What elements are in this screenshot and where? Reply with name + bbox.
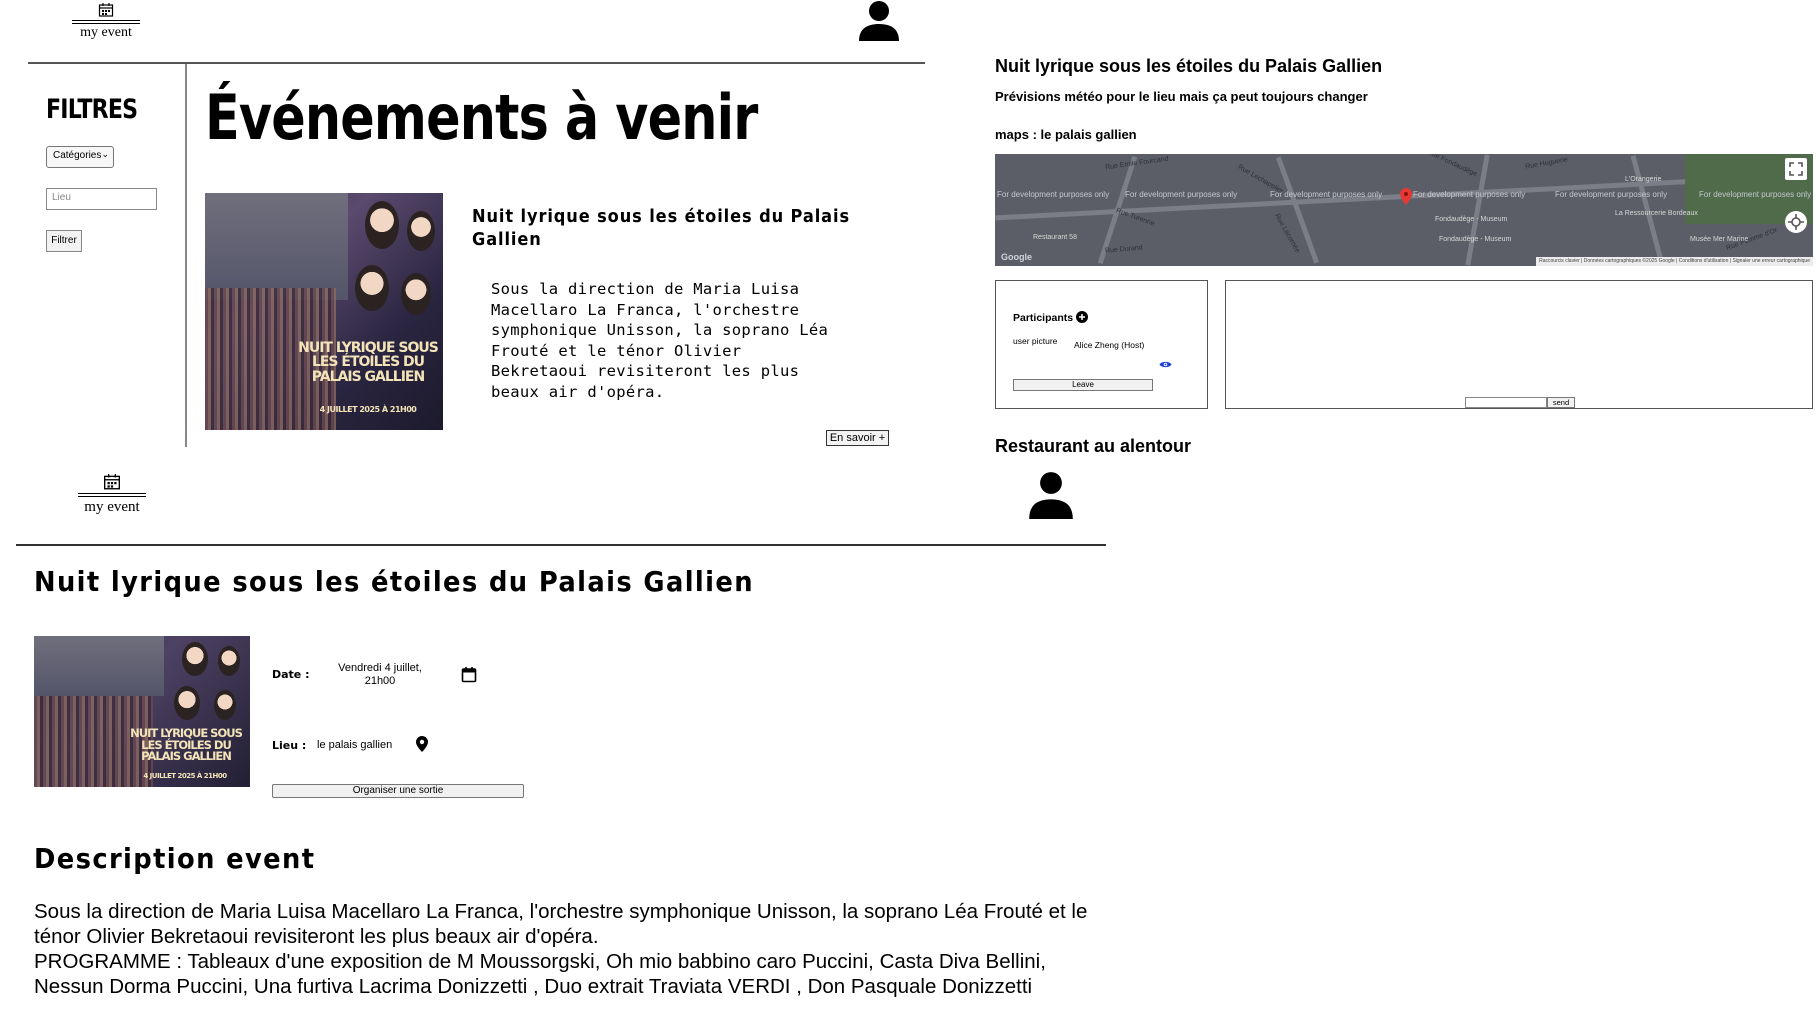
poster-portrait (218, 646, 240, 676)
calendar-icon[interactable] (461, 666, 477, 688)
poster-portrait (182, 642, 208, 676)
logo[interactable]: my event (72, 2, 140, 40)
lieu-input[interactable]: Lieu (46, 188, 157, 210)
place-label: Restaurant 58 (1033, 234, 1077, 241)
filters-title: FILTRES (46, 94, 138, 125)
weather-text: Prévisions météo pour le lieu mais ça pe… (995, 89, 1368, 104)
date-value: Vendredi 4 juillet, 21h00 (338, 662, 422, 687)
locate-icon[interactable] (1785, 211, 1807, 233)
poster-ruins (34, 636, 164, 697)
google-logo: Google (1001, 252, 1032, 262)
poster-date: 4 JUILLET 2025 À 21H00 (143, 772, 227, 780)
poster-title-line: PALAIS GALLIEN (141, 749, 232, 764)
maps-label: maps : le palais gallien (995, 127, 1137, 142)
place-label: L'Orangerie (1625, 176, 1662, 183)
plus-circle-icon[interactable] (1076, 310, 1088, 328)
sortie-title: Nuit lyrique sous les étoiles du Palais … (995, 56, 1383, 76)
pin-icon[interactable] (416, 736, 428, 757)
poster-title-line: LES ÉTOILES DU (311, 354, 425, 371)
fullscreen-icon[interactable] (1785, 158, 1807, 180)
poster-portrait (174, 686, 200, 720)
place-label: Musée Mer Marine (1690, 236, 1749, 243)
page-title: Événements à venir (205, 81, 758, 154)
eye-icon[interactable] (1159, 356, 1172, 374)
poster-portrait (214, 690, 236, 720)
place-label: La Ressourcerie Bordeaux (1615, 210, 1698, 217)
category-select[interactable]: Catégories ⌄ (46, 146, 114, 168)
participants-title: Participants (1013, 312, 1073, 324)
more-button[interactable]: En savoir + (826, 430, 889, 446)
restaurants-heading: Restaurant au alentour (995, 436, 1192, 456)
date-label: Date : (272, 668, 310, 681)
user-picture: user picture (1013, 336, 1058, 346)
logo-text: my event (84, 499, 140, 515)
dev-watermark: For development purposes only (1413, 190, 1526, 199)
sidebar-divider (185, 64, 187, 447)
poster-date: 4 JUILLET 2025 À 21H00 (319, 405, 417, 414)
dev-watermark: For development purposes only (997, 190, 1110, 199)
map[interactable]: For development purposes only For develo… (995, 154, 1813, 266)
dev-watermark: For development purposes only (1699, 190, 1812, 199)
poster-ruins (205, 193, 348, 300)
organize-button[interactable]: Organiser une sortie (272, 784, 524, 798)
dev-watermark: For development purposes only (1270, 190, 1383, 199)
poster-portrait (401, 273, 431, 315)
chat-panel: send (1225, 280, 1813, 409)
header-divider (28, 62, 925, 64)
street-label: Rue Huguerie (1524, 156, 1569, 171)
logo-text: my event (80, 25, 132, 40)
logo[interactable]: my event (78, 473, 146, 515)
street-label: Rue Lechapelier (1236, 163, 1285, 196)
dev-watermark: For development purposes only (1125, 190, 1238, 199)
participant-name: Alice Zheng (Host) (1074, 340, 1145, 350)
send-button[interactable]: send (1547, 397, 1575, 408)
street-label: Rue Durand (1104, 244, 1143, 255)
poster-title: NUIT LYRIQUE SOUS LES ÉTOILES DU PALAIS … (297, 341, 439, 384)
event-card-description: Sous la direction de Maria Luisa Macella… (491, 280, 829, 401)
dev-watermark: For development purposes only (1555, 190, 1668, 199)
poster-portrait (355, 265, 389, 311)
description-heading: Description event (34, 842, 316, 875)
street-label: Rue Fondaudège (1426, 154, 1479, 179)
poster-portrait (365, 201, 399, 249)
map-footer: Raccourcis clavier | Données cartographi… (1536, 257, 1813, 266)
lieu-label: Lieu : (272, 739, 307, 752)
leave-button[interactable]: Leave (1013, 379, 1153, 391)
participants-title-text: Participants (1013, 312, 1074, 324)
user-icon[interactable] (1028, 471, 1074, 519)
chevron-down-icon: ⌄ (101, 149, 109, 159)
poster-title-line: PALAIS GALLIEN (311, 368, 425, 385)
description-text: Sous la direction de Maria Luisa Macella… (34, 900, 1088, 948)
participants-panel: Participants user picture Alice Zheng (H… (995, 280, 1208, 409)
event-card-title: Nuit lyrique sous les étoiles du Palais … (472, 206, 851, 250)
poster-portrait (407, 211, 435, 251)
event-poster[interactable]: NUIT LYRIQUE SOUS LES ÉTOILES DU PALAIS … (205, 193, 443, 430)
place-label: Fondaudège - Museum (1435, 216, 1508, 223)
filter-button[interactable]: Filtrer (46, 230, 82, 252)
header-divider (16, 544, 1106, 546)
chat-input[interactable] (1465, 397, 1547, 408)
category-select-label: Catégories (53, 150, 102, 161)
calendar-icon (104, 474, 120, 490)
event-poster: NUIT LYRIQUE SOUS LES ÉTOILES DU PALAIS … (34, 636, 250, 787)
lieu-value: le palais gallien (317, 739, 393, 751)
street-label: Rue Lacornée (1272, 212, 1302, 255)
calendar-icon (98, 3, 114, 17)
programme-text: PROGRAMME : Tableaux d'une exposition de… (34, 950, 1046, 998)
lieu-placeholder: Lieu (52, 192, 71, 203)
user-icon[interactable] (858, 0, 900, 42)
place-label: Fondaudège - Museum (1439, 236, 1512, 243)
poster-title: NUIT LYRIQUE SOUS LES ÉTOILES DU PALAIS … (126, 727, 246, 764)
map-marker-icon[interactable] (1400, 188, 1412, 210)
detail-title: Nuit lyrique sous les étoiles du Palais … (34, 565, 754, 598)
